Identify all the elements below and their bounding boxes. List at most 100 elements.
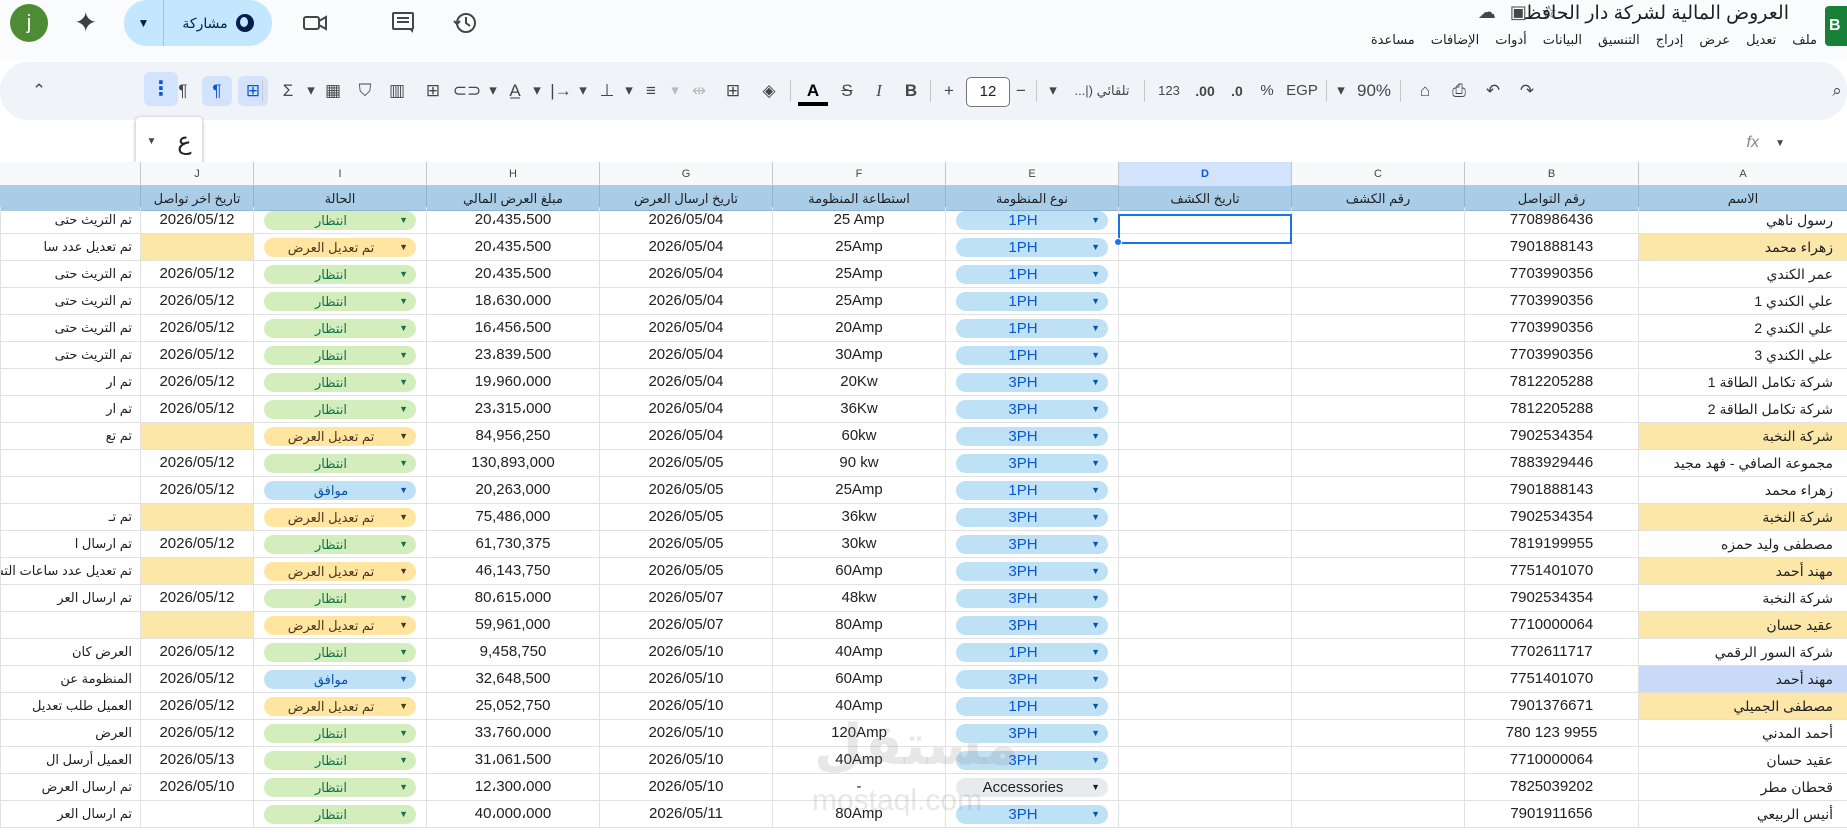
status-chip[interactable]: انتظار ▼	[264, 535, 416, 554]
last-contact-cell[interactable]: 2026/05/10	[140, 774, 253, 801]
system-type-chip[interactable]: 3PH ▼	[956, 454, 1108, 473]
inspection-date-cell[interactable]	[1118, 666, 1291, 693]
offer-date-cell[interactable]: 2026/05/04	[599, 207, 772, 234]
status-chip[interactable]: تم تعديل العرض ▼	[264, 616, 416, 635]
font-size-input[interactable]: 12	[966, 77, 1010, 107]
status-cell[interactable]: انتظار ▼	[253, 450, 426, 477]
notes-cell[interactable]: تم تـ	[0, 504, 140, 531]
menu-item[interactable]: إدراج	[1656, 32, 1684, 48]
last-contact-cell[interactable]: 2026/05/12	[140, 639, 253, 666]
phone-cell[interactable]: 7901888143	[1464, 477, 1638, 504]
last-contact-cell[interactable]: 2026/05/12	[140, 450, 253, 477]
percent-format-button[interactable]: %	[1256, 62, 1278, 120]
fill-handle[interactable]	[1114, 238, 1122, 246]
redo-icon[interactable]: ↷	[1512, 62, 1542, 120]
capacity-cell[interactable]: 80Amp	[772, 801, 945, 828]
last-contact-cell[interactable]: 2026/05/12	[140, 288, 253, 315]
capacity-cell[interactable]: 20Kw	[772, 369, 945, 396]
system-type-cell[interactable]: 1PH ▼	[945, 261, 1118, 288]
name-cell[interactable]: مهند أحمد	[1638, 558, 1847, 585]
decrease-decimal-button[interactable]: .0	[1224, 62, 1250, 120]
notes-cell[interactable]: العميل أرسل ال	[0, 747, 140, 774]
system-type-cell[interactable]: 1PH ▼	[945, 639, 1118, 666]
filter-icon[interactable]: ⛉	[352, 62, 378, 120]
capacity-cell[interactable]: 60Amp	[772, 666, 945, 693]
amount-cell[interactable]: 20،435،500	[426, 261, 599, 288]
functions-icon[interactable]: Σ	[274, 62, 302, 120]
chip-dropdown-icon[interactable]: ▼	[1091, 643, 1100, 662]
system-type-cell[interactable]: 3PH ▼	[945, 369, 1118, 396]
inspection-date-cell[interactable]	[1118, 639, 1291, 666]
offer-date-cell[interactable]: 2026/05/10	[599, 747, 772, 774]
amount-cell[interactable]: 16،456،500	[426, 315, 599, 342]
status-chip[interactable]: انتظار ▼	[264, 265, 416, 284]
chip-dropdown-icon[interactable]: ▼	[399, 373, 408, 392]
inspection-date-cell[interactable]	[1118, 288, 1291, 315]
name-cell[interactable]: مصطفى الجميلي	[1638, 693, 1847, 720]
amount-cell[interactable]: 61,730,375	[426, 531, 599, 558]
phone-cell[interactable]: 7710000064	[1464, 612, 1638, 639]
name-cell[interactable]: أحمد المدني	[1638, 720, 1847, 747]
status-cell[interactable]: انتظار ▼	[253, 315, 426, 342]
offer-date-cell[interactable]: 2026/05/10	[599, 639, 772, 666]
inspection-date-cell[interactable]	[1118, 720, 1291, 747]
system-type-chip[interactable]: 3PH ▼	[956, 724, 1108, 743]
notes-cell[interactable]: تم ارسال العر	[0, 801, 140, 828]
font-dropdown-icon[interactable]: ▾	[1044, 62, 1062, 120]
capacity-cell[interactable]: 36kw	[772, 504, 945, 531]
column-letter-j[interactable]: J	[140, 162, 253, 186]
amount-cell[interactable]: 23،315،000	[426, 396, 599, 423]
chip-dropdown-icon[interactable]: ▼	[399, 400, 408, 419]
inspection-date-cell[interactable]	[1118, 504, 1291, 531]
last-contact-cell[interactable]: 2026/05/12	[140, 720, 253, 747]
chip-dropdown-icon[interactable]: ▼	[1091, 211, 1100, 230]
status-chip[interactable]: انتظار ▼	[264, 292, 416, 311]
phone-cell[interactable]: 7902534354	[1464, 585, 1638, 612]
status-cell[interactable]: انتظار ▼	[253, 774, 426, 801]
status-chip[interactable]: موافق ▼	[264, 481, 416, 500]
formula-expand-icon[interactable]: ▼	[1775, 138, 1785, 149]
inspection-date-cell[interactable]	[1118, 558, 1291, 585]
chip-dropdown-icon[interactable]: ▼	[399, 454, 408, 473]
increase-decimal-button[interactable]: .00	[1190, 62, 1220, 120]
name-cell[interactable]: شركة النخبة	[1638, 585, 1847, 612]
capacity-cell[interactable]: 25Amp	[772, 477, 945, 504]
status-cell[interactable]: تم تعديل العرض ▼	[253, 693, 426, 720]
font-size-decrease-button[interactable]: −	[1008, 62, 1034, 120]
menu-item[interactable]: عرض	[1699, 32, 1730, 48]
inspection-date-cell[interactable]	[1118, 801, 1291, 828]
status-chip[interactable]: انتظار ▼	[264, 454, 416, 473]
last-contact-cell[interactable]: 2026/05/12	[140, 315, 253, 342]
offer-date-cell[interactable]: 2026/05/04	[599, 423, 772, 450]
amount-cell[interactable]: 46,143,750	[426, 558, 599, 585]
link-icon[interactable]: ⊂⊃	[452, 62, 482, 120]
capacity-cell[interactable]: 60Amp	[772, 558, 945, 585]
notes-cell[interactable]: تم تعديل عدد سا	[0, 234, 140, 261]
amount-cell[interactable]: 84,956,250	[426, 423, 599, 450]
system-type-chip[interactable]: 1PH ▼	[956, 265, 1108, 284]
inspection-number-cell[interactable]	[1291, 234, 1464, 261]
merge-dropdown-icon[interactable]: ▾	[668, 62, 682, 120]
offer-date-cell[interactable]: 2026/05/07	[599, 612, 772, 639]
column-letter-i[interactable]: I	[253, 162, 426, 186]
system-type-chip[interactable]: 1PH ▼	[956, 292, 1108, 311]
name-cell[interactable]: مجموعة الصافي - فهد مجيد	[1638, 450, 1847, 477]
notes-cell[interactable]: تم تعديل عدد ساعات التش	[0, 558, 140, 585]
last-contact-cell[interactable]: 2026/05/12	[140, 261, 253, 288]
name-cell[interactable]: مهند أحمد	[1638, 666, 1847, 693]
amount-cell[interactable]: 31،061،500	[426, 747, 599, 774]
last-contact-cell[interactable]: 2026/05/12	[140, 477, 253, 504]
inspection-date-cell[interactable]	[1118, 369, 1291, 396]
menu-item[interactable]: مساعدة	[1371, 32, 1415, 48]
chip-dropdown-icon[interactable]: ▼	[399, 292, 408, 311]
system-type-cell[interactable]: 1PH ▼	[945, 315, 1118, 342]
zoom-dropdown-icon[interactable]: ▾	[1332, 62, 1350, 120]
name-cell[interactable]: شركة تكامل الطاقة 2	[1638, 396, 1847, 423]
last-contact-cell[interactable]	[140, 801, 253, 828]
system-type-chip[interactable]: Accessories ▼	[956, 778, 1108, 797]
amount-cell[interactable]: 80،615،000	[426, 585, 599, 612]
last-contact-cell[interactable]	[140, 423, 253, 450]
status-cell[interactable]: انتظار ▼	[253, 747, 426, 774]
inspection-number-cell[interactable]	[1291, 423, 1464, 450]
status-chip[interactable]: موافق ▼	[264, 670, 416, 689]
